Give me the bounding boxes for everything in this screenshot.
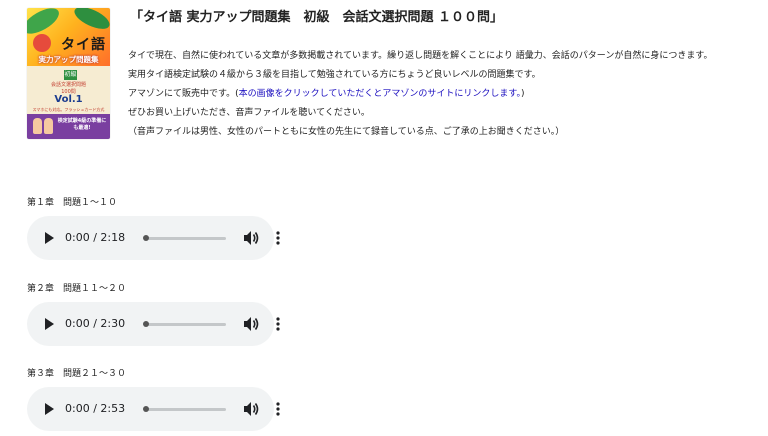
audio-player: 0:00 / 2:30	[27, 302, 280, 346]
seek-slider[interactable]	[143, 406, 226, 412]
play-button[interactable]	[41, 316, 57, 332]
more-options-button[interactable]	[274, 229, 282, 247]
total-duration: 2:18	[100, 231, 126, 244]
play-button[interactable]	[41, 401, 57, 417]
audio-player: 0:00 / 2:53	[27, 387, 280, 431]
audio-player: 0:00 / 2:18	[27, 216, 280, 260]
volume-button[interactable]	[243, 229, 261, 247]
description-line: タイで現在、自然に使われている文章が多数掲載されています。繰り返し問題を解くこと…	[128, 51, 713, 61]
current-time: 0:00	[65, 402, 90, 415]
child-illustration	[33, 118, 42, 134]
current-time: 0:00	[65, 317, 90, 330]
seek-slider[interactable]	[143, 235, 226, 241]
book-subtitle: 実力アップ問題集	[38, 55, 99, 64]
time-separator: /	[93, 317, 97, 330]
flower-decoration	[33, 34, 51, 52]
volume-icon	[244, 402, 259, 416]
total-duration: 2:53	[100, 402, 126, 415]
play-icon	[45, 318, 54, 330]
volume-button[interactable]	[243, 400, 261, 418]
description-line: ぜひお買い上げいただき、音声ファイルを聴いてください。	[128, 108, 370, 118]
time-display: 0:00 / 2:30	[65, 317, 125, 330]
book-cover-image[interactable]: タイ語 実力アップ問題集 初級 会話文選択問題 100問 Vol.1 スマホにも…	[27, 8, 110, 139]
description-line: 実用タイ語検定試験の４級から３級を目指して勉強されている方にちょうど良いレベルの…	[128, 70, 541, 80]
book-level-badge: 初級	[64, 70, 77, 80]
book-title: タイ語	[61, 37, 106, 53]
amazon-link[interactable]: 本の画像をクリックしていただくとアマゾンのサイトにリンクします。	[239, 89, 521, 99]
play-button[interactable]	[41, 230, 57, 246]
book-note: スマホにも対応。フラッシュカード方式	[32, 107, 105, 112]
play-icon	[45, 403, 54, 415]
volume-icon	[244, 231, 259, 245]
seek-slider[interactable]	[143, 321, 226, 327]
book-volume: Vol.1	[54, 94, 83, 105]
total-duration: 2:30	[100, 317, 126, 330]
child-illustration	[44, 118, 53, 134]
seek-thumb[interactable]	[143, 406, 149, 412]
seek-thumb[interactable]	[143, 235, 149, 241]
current-time: 0:00	[65, 231, 90, 244]
volume-icon	[244, 317, 259, 331]
chapter-heading: 第２章 問題１１～２０	[27, 284, 127, 294]
more-options-button[interactable]	[274, 400, 282, 418]
chapter-heading: 第１章 問題１～１０	[27, 198, 118, 208]
more-options-button[interactable]	[274, 315, 282, 333]
seek-thumb[interactable]	[143, 321, 149, 327]
chapter-heading: 第３章 問題２１～３０	[27, 369, 127, 379]
description-text: アマゾンにて販売中です。(	[128, 89, 239, 99]
book-band-text: 検定試験4級の準備にも最適!	[57, 118, 107, 131]
volume-button[interactable]	[243, 315, 261, 333]
more-vert-icon	[276, 231, 280, 245]
more-vert-icon	[276, 317, 280, 331]
time-display: 0:00 / 2:18	[65, 231, 125, 244]
description-line: （音声ファイルは男性、女性のパートともに女性の先生にて録音している点、ご了承の上…	[128, 127, 565, 137]
time-display: 0:00 / 2:53	[65, 402, 125, 415]
time-separator: /	[93, 231, 97, 244]
more-vert-icon	[276, 402, 280, 416]
play-icon	[45, 232, 54, 244]
description-text: )	[520, 89, 525, 99]
description-block: タイで現在、自然に使われている文章が多数掲載されています。繰り返し問題を解くこと…	[128, 47, 712, 142]
page-title: 「タイ語 実力アップ問題集 初級 会話文選択問題 １００問」	[130, 10, 504, 25]
description-line: アマゾンにて販売中です。(本の画像をクリックしていただくとアマゾンのサイトにリン…	[128, 85, 712, 104]
time-separator: /	[93, 402, 97, 415]
